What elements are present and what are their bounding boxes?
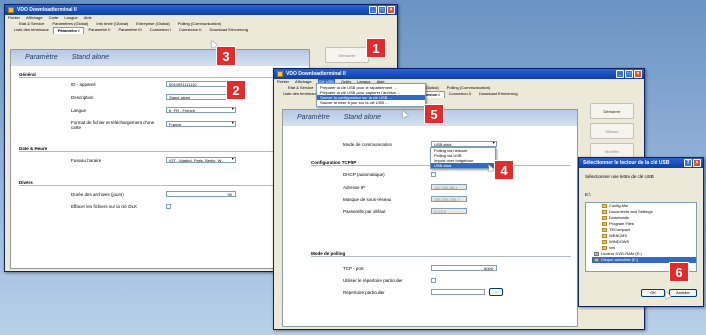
ip-address-field[interactable]: 192.168.98.1 <box>431 184 467 190</box>
tab-download-reminder[interactable]: Download Erinnerung <box>475 91 521 98</box>
header-title: Paramètre <box>297 114 330 121</box>
use-dir-checkbox[interactable] <box>431 278 436 283</box>
archive-duration-field[interactable]: 90 <box>166 191 236 197</box>
window-titlebar: VDO Downloadterminal II _ □ × <box>274 69 644 79</box>
header-subtitle: Stand alone <box>71 54 110 61</box>
gateway-field[interactable]: 0.0.0.0 <box>431 208 467 214</box>
tab-connexion-2[interactable]: Connexion II <box>175 27 205 34</box>
callout-6: 6 <box>669 262 689 282</box>
window-title: VDO Downloadterminal II <box>286 71 346 77</box>
maximize-button[interactable]: □ <box>625 70 633 78</box>
tab-terminal-list[interactable]: Liste des terminaux <box>10 27 53 34</box>
dialog-prompt: Sélectionner une lettre de clé USB <box>585 174 654 179</box>
tab-parametre-3[interactable]: Paramètre III <box>115 27 146 34</box>
start-button[interactable]: Démarrer <box>590 103 634 119</box>
callout-1: 1 <box>366 38 386 58</box>
folder-icon <box>602 228 607 232</box>
tab-parametre-1[interactable]: Paramètre I <box>52 27 85 34</box>
gateway-label: Passerelle par défaut <box>343 209 386 214</box>
folder-icon <box>602 240 607 244</box>
callout-4: 4 <box>494 160 514 180</box>
use-dir-label: Utiliser le répertoire particulier <box>343 278 403 283</box>
ok-button[interactable]: OK <box>641 289 665 297</box>
minimize-button[interactable]: _ <box>369 6 377 14</box>
timezone-label: Fuseau horaire <box>71 158 102 163</box>
id-label: ID - appareil <box>71 82 96 87</box>
close-button[interactable]: × <box>693 159 701 167</box>
tab-download-reminder[interactable]: Download Erinnerung <box>205 27 251 34</box>
language-label: Langue <box>71 108 87 113</box>
close-button[interactable]: × <box>634 70 642 78</box>
erase-button[interactable]: Effacer <box>590 123 634 139</box>
tab-connexion-1[interactable]: Connexion I <box>146 27 175 34</box>
folder-icon <box>602 204 607 208</box>
dialog-title: Sélectionner le lecteur de la clé USB <box>583 160 670 166</box>
callout-3: 3 <box>216 46 236 66</box>
folder-icon <box>602 234 607 238</box>
close-button[interactable]: × <box>387 6 395 14</box>
directory-field[interactable] <box>431 289 485 295</box>
browse-button[interactable]: ... <box>489 288 503 296</box>
callout-2: 2 <box>226 80 246 100</box>
callout-5: 5 <box>424 104 444 124</box>
subnet-mask-field[interactable]: 255.255.255.0 <box>431 196 467 202</box>
tcp-port-label: TCP - port <box>343 266 364 271</box>
maximize-button[interactable]: □ <box>378 6 386 14</box>
archive-duration-label: Durée des archives (jours) <box>71 192 124 197</box>
erase-files-checkbox[interactable] <box>166 204 171 209</box>
section-polling: Mode de polling <box>311 251 571 257</box>
tab-connexion-2[interactable]: Connexion II <box>445 91 475 98</box>
help-button[interactable]: ? <box>684 159 692 167</box>
subnet-mask-label: Masque de sous-réseau <box>343 197 392 202</box>
folder-icon <box>602 216 607 220</box>
section-datetime: Date & Heure <box>19 146 299 152</box>
description-label: Description <box>71 95 94 100</box>
file-format-label: Format de fichier et téléchargement d'un… <box>71 120 155 130</box>
ip-address-label: Adresse IP <box>343 185 366 190</box>
removable-drive-icon <box>594 258 599 262</box>
menu-item-save-update[interactable]: Sauver la mise à jour sur la clé USB ... <box>317 100 425 105</box>
comm-mode-label: Mode de communication <box>343 142 393 147</box>
usb-key-menu: Préparer la clé USB pour le rapatriement… <box>316 83 426 107</box>
app-icon <box>8 7 14 13</box>
tab-row-bottom: Liste des terminaux Paramètre I Paramètr… <box>5 27 397 34</box>
language-select[interactable]: fr_FR - French <box>166 107 236 113</box>
tab-parametre-2[interactable]: Paramètre II <box>84 27 114 34</box>
cancel-button[interactable]: Annuler <box>669 289 697 297</box>
header-subtitle: Stand alone <box>343 114 382 121</box>
dvd-drive-icon <box>594 252 599 256</box>
window-title: VDO Downloadterminal II <box>17 7 77 13</box>
app-icon <box>277 71 283 77</box>
selected-drive: E:\ <box>585 192 591 197</box>
directory-label: Répertoire particulier <box>343 290 385 295</box>
start-button[interactable]: Démarrer <box>325 47 369 63</box>
section-misc: Divers <box>19 180 299 186</box>
header-title: Paramètre <box>25 54 58 61</box>
tcp-port-field[interactable]: 8000 <box>431 265 497 271</box>
timezone-select[interactable]: (GT - Madrid, Paris, Berlin, W... <box>166 157 236 163</box>
usb-select-dialog: Sélectionner le lecteur de la clé USB ? ×… <box>578 157 704 307</box>
dhcp-label: DHCP (automatique) <box>343 172 385 177</box>
params-panel: Paramètre Stand alone Général ID - appare… <box>10 49 310 269</box>
minimize-button[interactable]: _ <box>616 70 624 78</box>
folder-icon <box>602 246 607 250</box>
dialog-titlebar: Sélectionner le lecteur de la clé USB ? × <box>579 158 703 168</box>
panel-header: Paramètre Stand alone <box>11 50 309 66</box>
file-format-select[interactable]: France <box>166 121 236 127</box>
folder-icon <box>602 210 607 214</box>
erase-files-label: Effacer les fichiers sur la clé DLK <box>71 204 137 209</box>
dhcp-checkbox[interactable] <box>431 172 436 177</box>
window-titlebar: VDO Downloadterminal II _ □ × <box>5 5 397 15</box>
section-general: Général <box>19 72 299 78</box>
folder-icon <box>602 222 607 226</box>
connection-panel: Paramètre Stand alone Mode de communicati… <box>282 109 578 327</box>
